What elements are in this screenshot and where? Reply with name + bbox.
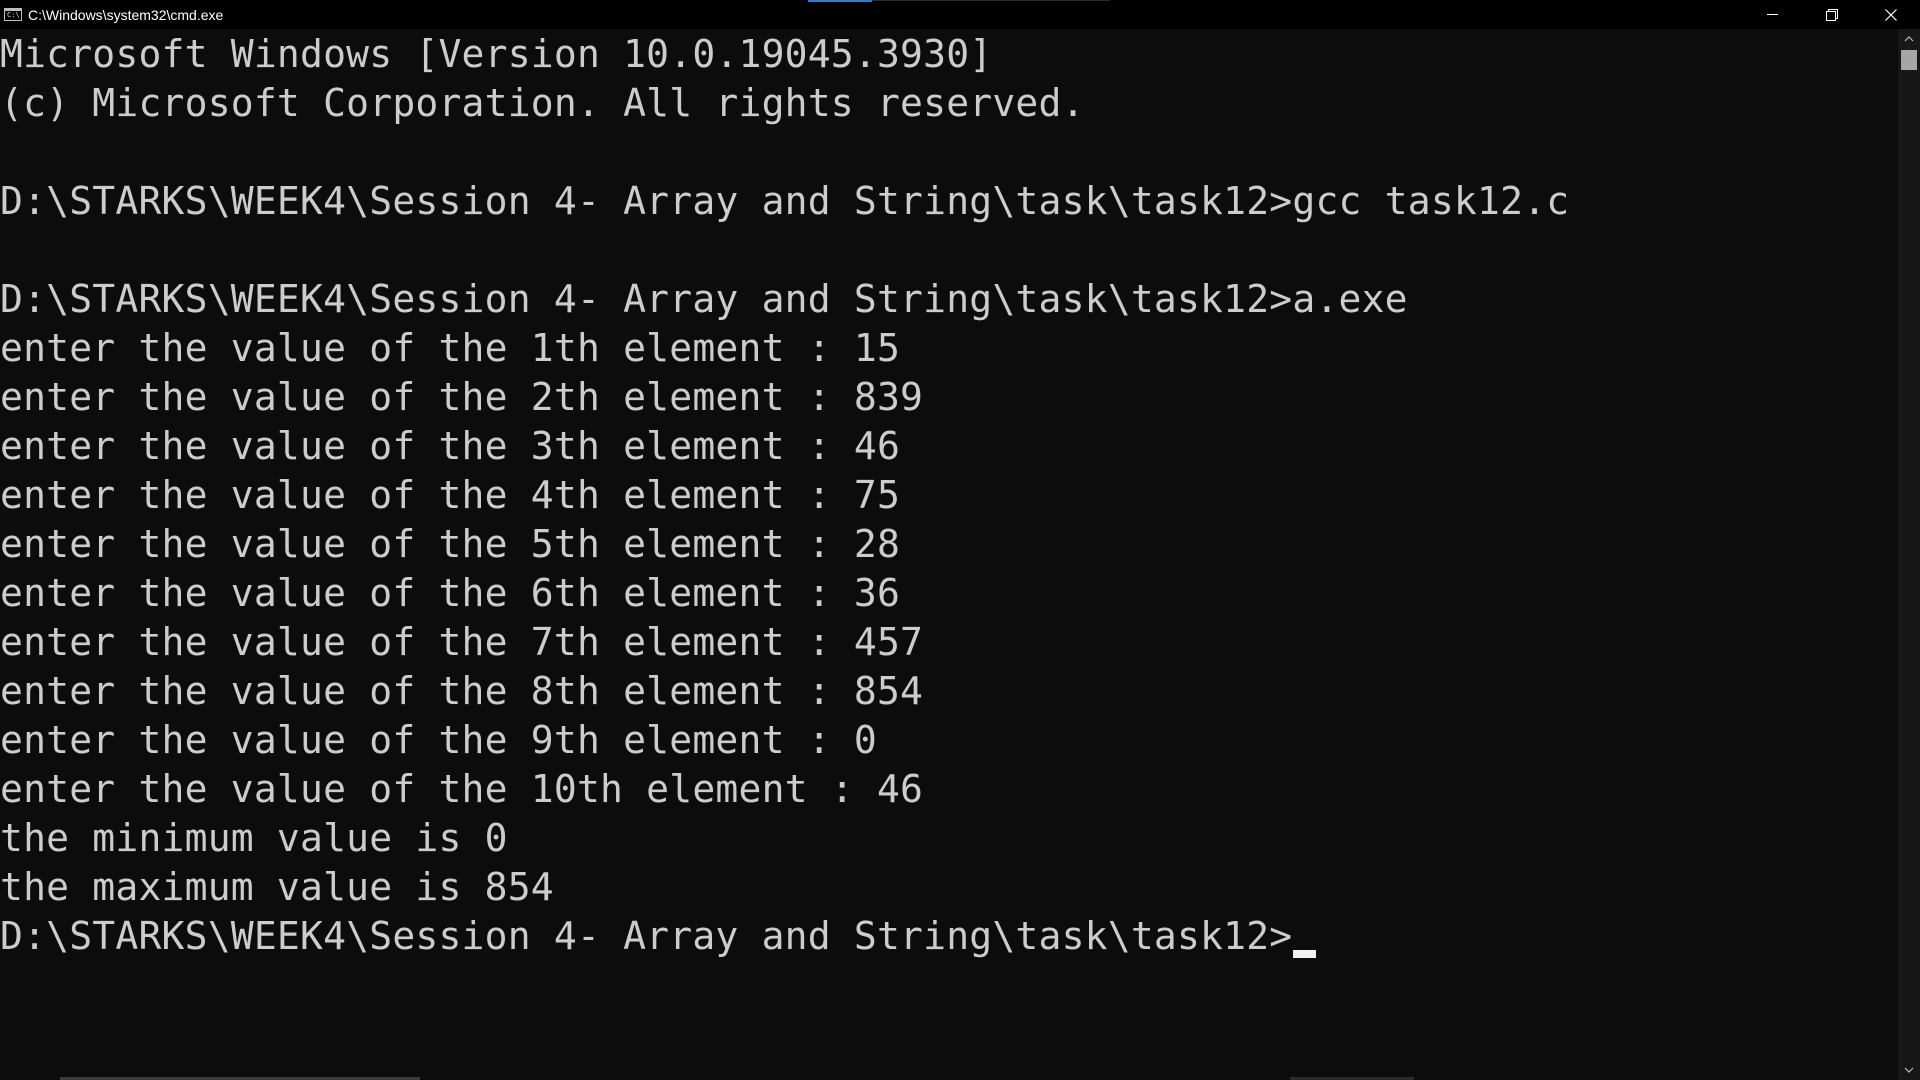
console-output[interactable]: Microsoft Windows [Version 10.0.19045.39… [0,29,1898,1080]
console-line: enter the value of the 6th element : 36 [0,571,901,615]
scroll-up-button[interactable] [1898,29,1920,49]
scroll-thumb[interactable] [1901,50,1917,70]
console-line: enter the value of the 4th element : 75 [0,473,901,517]
horizontal-scrollbar[interactable] [0,1076,1898,1080]
title-accent-secondary [872,0,1110,1]
minimize-button[interactable] [1743,0,1802,29]
text-cursor [1293,950,1316,958]
minimize-icon [1767,14,1778,15]
console-line: enter the value of the 7th element : 457 [0,620,924,664]
close-button[interactable] [1861,0,1920,29]
console-line: the minimum value is 0 [0,816,508,860]
console-line: enter the value of the 9th element : 0 [0,718,877,762]
window-title: C:\Windows\system32\cmd.exe [28,6,224,23]
cmd-window: C:\ C:\Windows\system32\cmd.exe Microsof… [0,0,1920,1080]
console-line: enter the value of the 1th element : 15 [0,326,901,370]
title-accent [808,0,872,2]
console-prompt: D:\STARKS\WEEK4\Session 4- Array and Str… [0,914,1293,958]
vertical-scrollbar[interactable] [1898,29,1920,1080]
restore-icon [1825,8,1838,21]
close-icon [1884,8,1897,21]
console-line: D:\STARKS\WEEK4\Session 4- Array and Str… [0,277,1408,321]
console-line: enter the value of the 8th element : 854 [0,669,924,713]
console-line: enter the value of the 10th element : 46 [0,767,924,811]
console-line: D:\STARKS\WEEK4\Session 4- Array and Str… [0,179,1570,223]
window-controls [1743,0,1920,29]
console-line: enter the value of the 5th element : 28 [0,522,901,566]
console-line: Microsoft Windows [Version 10.0.19045.39… [0,32,993,76]
console-line: enter the value of the 2th element : 839 [0,375,924,419]
restore-button[interactable] [1802,0,1861,29]
title-bar[interactable]: C:\ C:\Windows\system32\cmd.exe [0,0,1920,29]
console-line: enter the value of the 3th element : 46 [0,424,901,468]
chevron-up-icon [1904,36,1914,42]
console-line: (c) Microsoft Corporation. All rights re… [0,81,1085,125]
scroll-down-button[interactable] [1898,1060,1920,1080]
cmd-icon[interactable]: C:\ [4,8,22,21]
console-line: the maximum value is 854 [0,865,554,909]
chevron-down-icon [1904,1067,1914,1073]
cmd-icon-text: C:\ [7,11,20,19]
